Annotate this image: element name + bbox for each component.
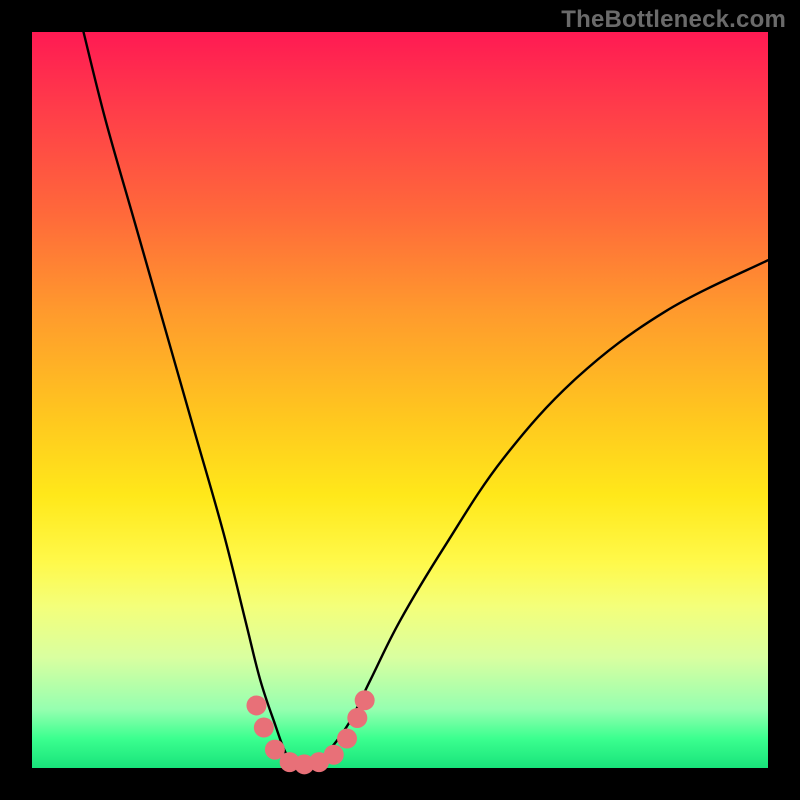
highlight-dot xyxy=(324,745,344,765)
highlight-dot xyxy=(254,718,274,738)
chart-svg xyxy=(32,32,768,768)
chart-frame: TheBottleneck.com xyxy=(0,0,800,800)
highlight-markers xyxy=(246,690,374,774)
chart-plot-area xyxy=(32,32,768,768)
highlight-dot xyxy=(337,729,357,749)
watermark-text: TheBottleneck.com xyxy=(561,6,786,34)
highlight-dot xyxy=(347,708,367,728)
highlight-dot xyxy=(355,690,375,710)
bottleneck-curve xyxy=(84,32,768,766)
highlight-dot xyxy=(246,695,266,715)
